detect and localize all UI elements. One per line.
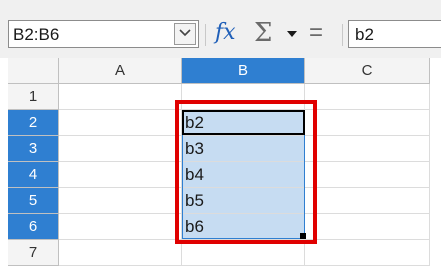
cell-a5[interactable] — [59, 188, 182, 214]
row-header-3[interactable]: 3 — [8, 136, 59, 162]
column-header-c[interactable]: C — [305, 58, 430, 84]
formula-icon[interactable]: = — [309, 19, 323, 47]
toolbar-separator — [205, 24, 206, 46]
toolbar-separator — [342, 24, 343, 46]
cell-c1[interactable] — [305, 84, 430, 110]
grid-right-edge — [430, 58, 441, 277]
cell-a3[interactable] — [59, 136, 182, 162]
cell-c3[interactable] — [305, 136, 430, 162]
cell-c6[interactable] — [305, 214, 430, 240]
cell-a1[interactable] — [59, 84, 182, 110]
select-all-corner[interactable] — [8, 58, 59, 84]
chevron-down-icon — [179, 29, 191, 37]
formula-input-value: b2 — [355, 25, 374, 44]
sum-dropdown-icon[interactable] — [287, 31, 297, 37]
cell-a2[interactable] — [59, 110, 182, 136]
formula-toolbar: B2:B6 fx Σ = b2 — [0, 0, 441, 58]
name-box[interactable]: B2:B6 — [8, 20, 199, 48]
row-header-4[interactable]: 4 — [8, 162, 59, 188]
cell-c2[interactable] — [305, 110, 430, 136]
cell-c7[interactable] — [305, 240, 430, 266]
cell-c4[interactable] — [305, 162, 430, 188]
name-box-value: B2:B6 — [13, 25, 60, 44]
row-header-2[interactable]: 2 — [8, 110, 59, 136]
column-header-a[interactable]: A — [59, 58, 182, 84]
red-highlight-box — [175, 100, 317, 244]
cell-a6[interactable] — [59, 214, 182, 240]
column-header-b[interactable]: B — [182, 58, 305, 84]
row-header-6[interactable]: 6 — [8, 214, 59, 240]
row-header-5[interactable]: 5 — [8, 188, 59, 214]
sum-icon[interactable]: Σ — [254, 18, 272, 48]
cell-a7[interactable] — [59, 240, 182, 266]
cell-a4[interactable] — [59, 162, 182, 188]
row-header-7[interactable]: 7 — [8, 240, 59, 266]
function-wizard-icon[interactable]: fx — [215, 20, 236, 45]
name-box-dropdown-button[interactable] — [174, 23, 196, 45]
cell-c5[interactable] — [305, 188, 430, 214]
formula-input[interactable]: b2 — [348, 20, 441, 48]
row-header-1[interactable]: 1 — [8, 84, 59, 110]
